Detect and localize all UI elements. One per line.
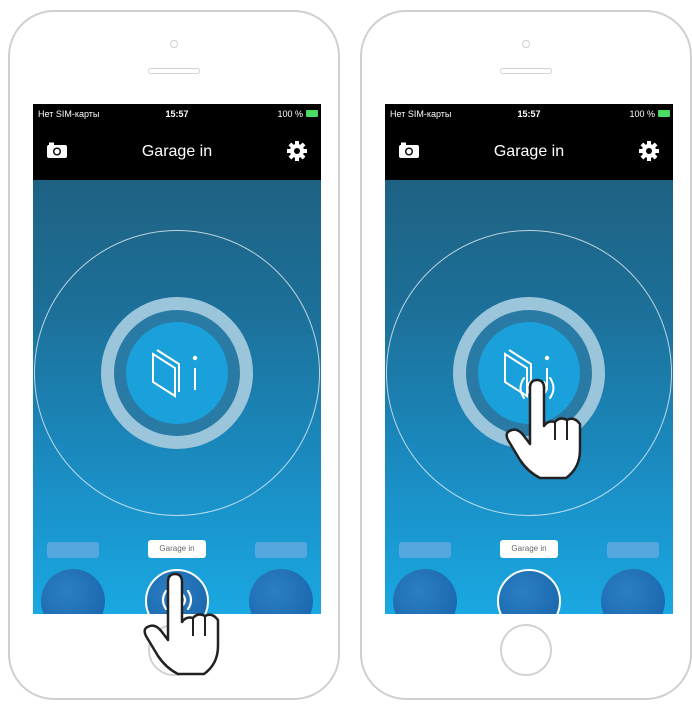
home-button[interactable] bbox=[500, 624, 552, 676]
phone-frame-right: Нет SIM-карты 15:57 100 % Garage in Gara… bbox=[360, 10, 692, 700]
favorite-tab-right[interactable] bbox=[255, 542, 307, 558]
favorite-label: Garage in bbox=[148, 540, 206, 558]
front-camera bbox=[170, 40, 178, 48]
gear-icon[interactable] bbox=[287, 141, 307, 166]
status-bar: Нет SIM-карты 15:57 100 % bbox=[33, 104, 321, 124]
battery-icon bbox=[658, 110, 670, 117]
favorite-button-left[interactable] bbox=[41, 569, 105, 614]
app-screen: Нет SIM-карты 15:57 100 % Garage in Gara… bbox=[33, 104, 321, 614]
gear-icon[interactable] bbox=[639, 141, 659, 166]
favorite-button-right[interactable] bbox=[601, 569, 665, 614]
battery-label: 100 % bbox=[629, 109, 655, 119]
battery-icon bbox=[306, 110, 318, 117]
favorite-button-left[interactable] bbox=[393, 569, 457, 614]
open-door-button[interactable] bbox=[126, 322, 228, 424]
tap-hand-icon bbox=[505, 377, 582, 480]
page-title: Garage in bbox=[141, 143, 213, 160]
favorite-tab-right[interactable] bbox=[607, 542, 659, 558]
earpiece-speaker bbox=[148, 68, 200, 74]
app-screen: Нет SIM-карты 15:57 100 % Garage in Gara… bbox=[385, 104, 673, 614]
battery-label: 100 % bbox=[277, 109, 303, 119]
nav-bar: Garage in bbox=[33, 124, 321, 180]
earpiece-speaker bbox=[500, 68, 552, 74]
tap-hand-icon bbox=[143, 572, 220, 676]
favorite-tab-left[interactable] bbox=[399, 542, 451, 558]
favorite-button-right[interactable] bbox=[249, 569, 313, 614]
favorite-button-center[interactable] bbox=[497, 569, 561, 614]
garage-door-icon bbox=[152, 349, 198, 398]
favorite-label: Garage in bbox=[500, 540, 558, 558]
phone-frame-left: Нет SIM-карты 15:57 100 % Garage in Gara… bbox=[8, 10, 340, 700]
page-title: Garage in bbox=[493, 143, 565, 160]
nav-bar: Garage in bbox=[385, 124, 673, 180]
front-camera bbox=[522, 40, 530, 48]
status-bar: Нет SIM-карты 15:57 100 % bbox=[385, 104, 673, 124]
favorite-tab-left[interactable] bbox=[47, 542, 99, 558]
